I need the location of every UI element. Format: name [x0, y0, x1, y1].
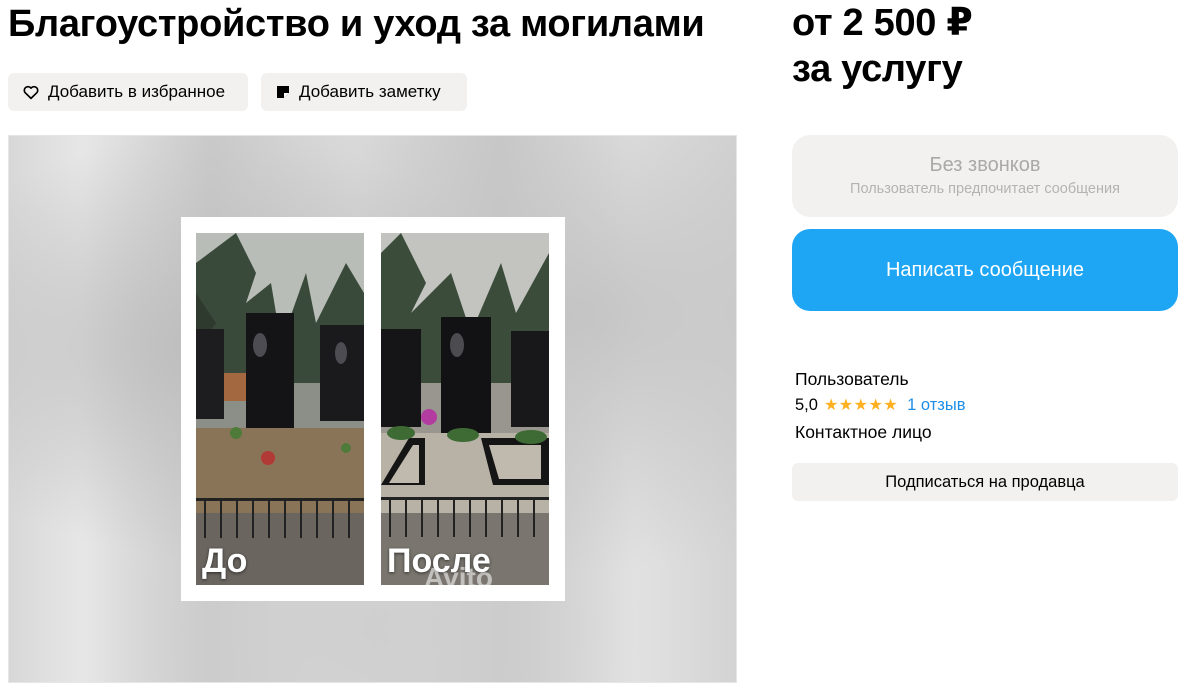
- price-unit: за услугу: [792, 48, 963, 90]
- add-note-label: Добавить заметку: [299, 82, 441, 101]
- rating-score: 5,0: [795, 395, 818, 414]
- subscribe-seller-button[interactable]: Подписаться на продавца: [792, 463, 1178, 501]
- price: от 2 500 ₽ за услугу: [792, 0, 973, 92]
- before-label: До: [202, 542, 248, 580]
- price-amount: от 2 500 ₽: [792, 2, 973, 44]
- main-photo[interactable]: До После Avito: [181, 217, 565, 601]
- photo-gallery[interactable]: До После Avito: [8, 135, 737, 683]
- photo-after: После: [381, 233, 549, 585]
- no-calls-title: Без звонков: [929, 154, 1041, 176]
- add-to-favorites-button[interactable]: Добавить в избранное: [8, 73, 248, 111]
- reviews-link[interactable]: 1 отзыв: [907, 396, 965, 415]
- no-calls-subtitle: Пользователь предпочитает сообщения: [850, 181, 1120, 197]
- no-calls-button: Без звонков Пользователь предпочитает со…: [792, 135, 1178, 217]
- avito-watermark: Avito: [424, 562, 493, 593]
- note-icon: [275, 84, 291, 100]
- seller-info: Пользователь 5,0 ★★★★★ 1 отзыв Контактно…: [795, 368, 965, 443]
- seller-rating: 5,0 ★★★★★ 1 отзыв: [795, 394, 965, 416]
- write-message-button[interactable]: Написать сообщение: [792, 229, 1178, 311]
- add-note-button[interactable]: Добавить заметку: [261, 73, 467, 111]
- listing-title: Благоустройство и уход за могилами: [8, 3, 705, 45]
- add-to-favorites-label: Добавить в избранное: [48, 82, 226, 101]
- seller-name[interactable]: Пользователь: [795, 368, 965, 390]
- photo-before: До: [196, 233, 364, 585]
- rating-stars-icon: ★★★★★: [823, 397, 899, 414]
- heart-icon: [22, 83, 40, 101]
- seller-role: Контактное лицо: [795, 422, 932, 442]
